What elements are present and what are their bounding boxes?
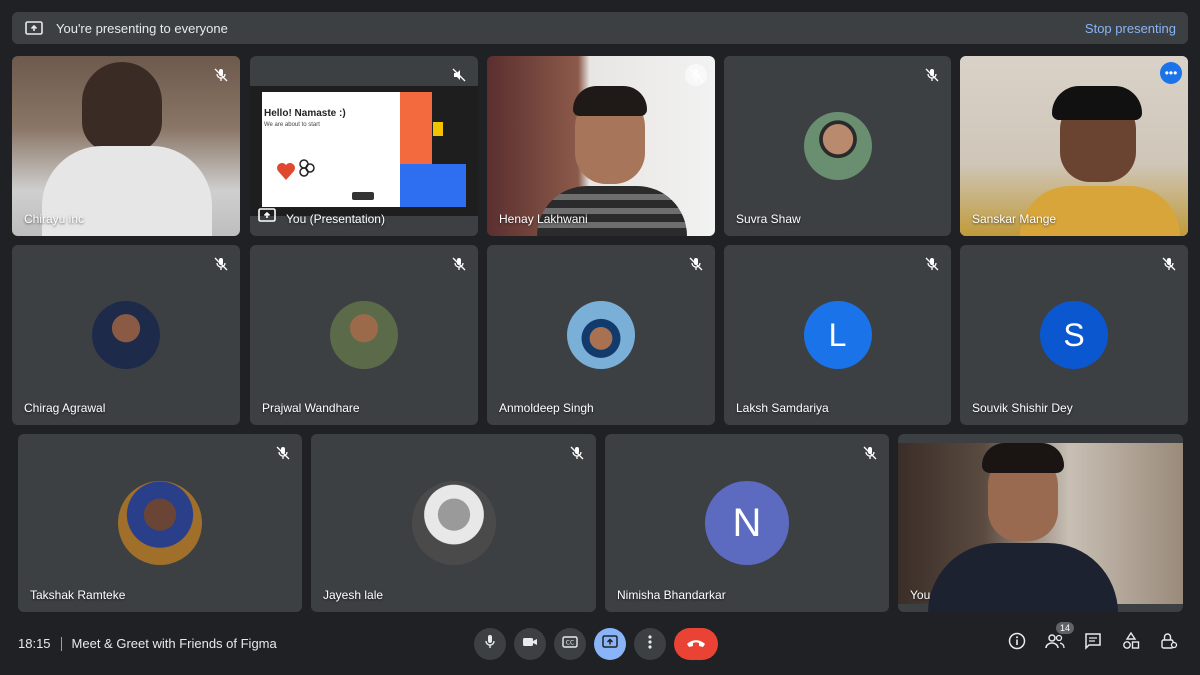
participant-name: Jayesh lale xyxy=(323,588,384,602)
mic-off-icon xyxy=(210,64,232,86)
mic-icon xyxy=(483,634,497,655)
participant-name: Anmoldeep Singh xyxy=(499,401,594,415)
participant-name: Chirag Agrawal xyxy=(24,401,106,415)
participant-name: You xyxy=(910,588,931,602)
call-controls: CC xyxy=(474,628,718,660)
mic-off-icon xyxy=(566,442,588,464)
info-icon xyxy=(1008,632,1026,655)
participant-tile[interactable]: S Souvik Shishir Dey xyxy=(960,245,1188,425)
svg-text:CC: CC xyxy=(566,640,574,647)
leave-call-button[interactable] xyxy=(674,628,718,660)
shapes-icon xyxy=(1122,631,1140,655)
participant-tile[interactable]: ••• Sanskar Mange xyxy=(960,56,1188,236)
slide-subtitle: We are about to start xyxy=(264,122,320,128)
mic-off-icon xyxy=(685,253,707,275)
presentation-tile[interactable]: Hello! Namaste :) We are about to start … xyxy=(250,56,478,236)
captions-button[interactable]: CC xyxy=(554,628,586,660)
participant-video xyxy=(960,56,1188,236)
chat-button[interactable] xyxy=(1082,632,1104,654)
present-screen-icon xyxy=(24,20,44,36)
more-options-button[interactable]: ••• xyxy=(1160,62,1182,84)
mic-off-icon xyxy=(1158,253,1180,275)
participant-tile[interactable]: Anmoldeep Singh xyxy=(487,245,715,425)
more-options-button[interactable] xyxy=(634,628,666,660)
self-video xyxy=(898,443,1183,612)
self-view-tile[interactable]: You xyxy=(898,434,1183,612)
participant-tile[interactable]: Jayesh lale xyxy=(311,434,596,612)
mic-off-icon xyxy=(859,442,881,464)
camera-icon xyxy=(522,635,538,653)
slide-title: Hello! Namaste :) xyxy=(264,108,346,119)
heart-figma-icon xyxy=(276,158,316,187)
presenting-text: You're presenting to everyone xyxy=(56,20,228,36)
activities-button[interactable] xyxy=(1120,631,1142,655)
participant-video xyxy=(487,56,715,236)
meeting-info: 18:15 Meet & Greet with Friends of Figma xyxy=(18,636,277,651)
participant-name: Takshak Ramteke xyxy=(30,588,126,602)
participant-name: Prajwal Wandhare xyxy=(262,401,360,415)
avatar: L xyxy=(803,301,872,369)
avatar xyxy=(330,301,398,369)
participant-name: Suvra Shaw xyxy=(736,212,801,226)
participant-tile[interactable]: Chirag Agrawal xyxy=(12,245,240,425)
participant-name: You (Presentation) xyxy=(286,212,385,226)
participant-tile[interactable]: L Laksh Samdariya xyxy=(724,245,951,425)
meeting-details-button[interactable] xyxy=(1006,632,1028,654)
mic-off-icon xyxy=(921,64,943,86)
meeting-title: Meet & Greet with Friends of Figma xyxy=(71,636,277,651)
participant-video xyxy=(12,56,240,236)
avatar: S xyxy=(1040,301,1108,369)
participant-name: Henay Lakhwani xyxy=(499,212,588,226)
side-controls: 14 xyxy=(1006,622,1180,655)
slide-preview: Hello! Namaste :) We are about to start xyxy=(250,86,478,216)
participant-name: Laksh Samdariya xyxy=(736,401,829,415)
chat-icon xyxy=(1084,632,1102,655)
people-button[interactable]: 14 xyxy=(1044,622,1074,654)
participant-name: Souvik Shishir Dey xyxy=(972,401,1073,415)
participant-name: Chirayu inc xyxy=(24,212,85,226)
captions-icon: CC xyxy=(562,635,578,653)
present-screen-icon xyxy=(258,208,276,227)
end-call-icon xyxy=(686,635,706,653)
mic-toggle-button[interactable] xyxy=(474,628,506,660)
host-controls-button[interactable] xyxy=(1158,632,1180,654)
participant-tile[interactable]: Chirayu inc xyxy=(12,56,240,236)
participant-tile[interactable]: Suvra Shaw xyxy=(724,56,951,236)
divider xyxy=(60,636,62,651)
participant-name: Sanskar Mange xyxy=(972,212,1057,226)
presenting-banner: You're presenting to everyone Stop prese… xyxy=(12,12,1188,44)
mic-off-icon xyxy=(921,253,943,275)
bottom-toolbar: 18:15 Meet & Greet with Friends of Figma… xyxy=(0,620,1200,675)
avatar: N xyxy=(705,481,789,565)
present-screen-icon xyxy=(602,635,618,653)
mic-off-icon xyxy=(210,253,232,275)
avatar xyxy=(411,481,496,565)
participant-tile[interactable]: N Nimisha Bhandarkar xyxy=(605,434,889,612)
lock-person-icon xyxy=(1160,632,1178,655)
participant-tile[interactable]: Takshak Ramteke xyxy=(18,434,302,612)
more-vert-icon xyxy=(648,634,652,654)
avatar xyxy=(803,112,872,180)
mic-off-icon xyxy=(448,253,470,275)
participant-tile[interactable]: Prajwal Wandhare xyxy=(250,245,478,425)
avatar xyxy=(567,301,635,369)
avatar xyxy=(118,481,202,565)
mic-off-icon xyxy=(685,64,707,86)
avatar xyxy=(92,301,160,369)
people-icon xyxy=(1045,633,1065,654)
participant-count-badge: 14 xyxy=(1055,622,1074,634)
camera-toggle-button[interactable] xyxy=(514,628,546,660)
participant-tile[interactable]: Henay Lakhwani xyxy=(487,56,715,236)
participant-name: Nimisha Bhandarkar xyxy=(617,588,726,602)
present-now-button[interactable] xyxy=(594,628,626,660)
stop-presenting-button[interactable]: Stop presenting xyxy=(1085,21,1176,36)
mic-off-icon xyxy=(272,442,294,464)
volume-off-icon xyxy=(448,64,470,86)
clock-time: 18:15 xyxy=(18,636,51,651)
